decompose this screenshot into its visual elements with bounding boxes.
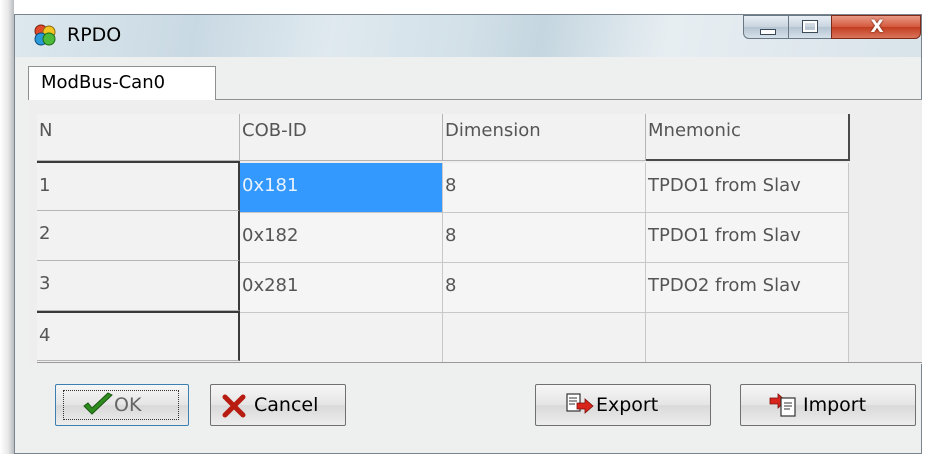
cancel-button[interactable]: Cancel: [210, 384, 346, 426]
cob-id-cell[interactable]: 0x181: [240, 163, 443, 213]
window-left-edge: [0, 0, 14, 454]
mnemonic-cell[interactable]: [646, 313, 849, 363]
import-label: Import: [803, 394, 867, 416]
row-header[interactable]: 4: [37, 311, 240, 361]
column-header-n[interactable]: N: [37, 114, 240, 161]
maximize-button[interactable]: [788, 15, 832, 39]
app-icon: [34, 24, 56, 46]
export-button[interactable]: Export: [535, 384, 711, 426]
column-header-cob-id[interactable]: COB-ID: [240, 114, 443, 161]
import-button[interactable]: Import: [740, 384, 916, 426]
cob-id-cell[interactable]: 0x182: [240, 213, 443, 263]
close-button[interactable]: X: [831, 15, 921, 39]
ok-label: OK: [114, 394, 142, 416]
grid-separator: [37, 362, 922, 363]
minimize-icon: [760, 29, 776, 35]
row-header[interactable]: 2: [37, 211, 240, 261]
cob-id-cell[interactable]: 0x281: [240, 263, 443, 313]
cancel-label: Cancel: [254, 394, 319, 416]
window-title: RPDO: [67, 24, 122, 46]
column-header-dimension[interactable]: Dimension: [443, 114, 646, 161]
title-bar[interactable]: RPDO X: [15, 15, 921, 57]
column-header-mnemonic[interactable]: Mnemonic: [646, 114, 850, 161]
minimize-button[interactable]: [743, 15, 789, 39]
mnemonic-cell[interactable]: TPDO1 from Slav: [646, 163, 849, 213]
dimension-cell[interactable]: [443, 313, 646, 363]
cancel-x-icon: [222, 394, 246, 418]
checkmark-icon: [83, 392, 113, 415]
dimension-cell[interactable]: 8: [443, 263, 646, 313]
row-header[interactable]: 1: [37, 161, 240, 211]
export-label: Export: [596, 394, 659, 416]
mnemonic-cell[interactable]: TPDO2 from Slav: [646, 263, 849, 313]
dimension-cell[interactable]: 8: [443, 163, 646, 213]
export-icon: [566, 393, 594, 414]
dimension-cell[interactable]: 8: [443, 213, 646, 263]
close-icon: X: [870, 17, 884, 37]
import-icon: [769, 393, 796, 417]
ok-button[interactable]: OK: [55, 384, 189, 426]
maximize-icon: [802, 20, 818, 33]
mnemonic-cell[interactable]: TPDO1 from Slav: [646, 213, 849, 263]
tab-modbus-can0[interactable]: ModBus-Can0: [28, 66, 216, 100]
cob-id-cell[interactable]: [240, 313, 443, 363]
row-header[interactable]: 3: [37, 261, 240, 311]
